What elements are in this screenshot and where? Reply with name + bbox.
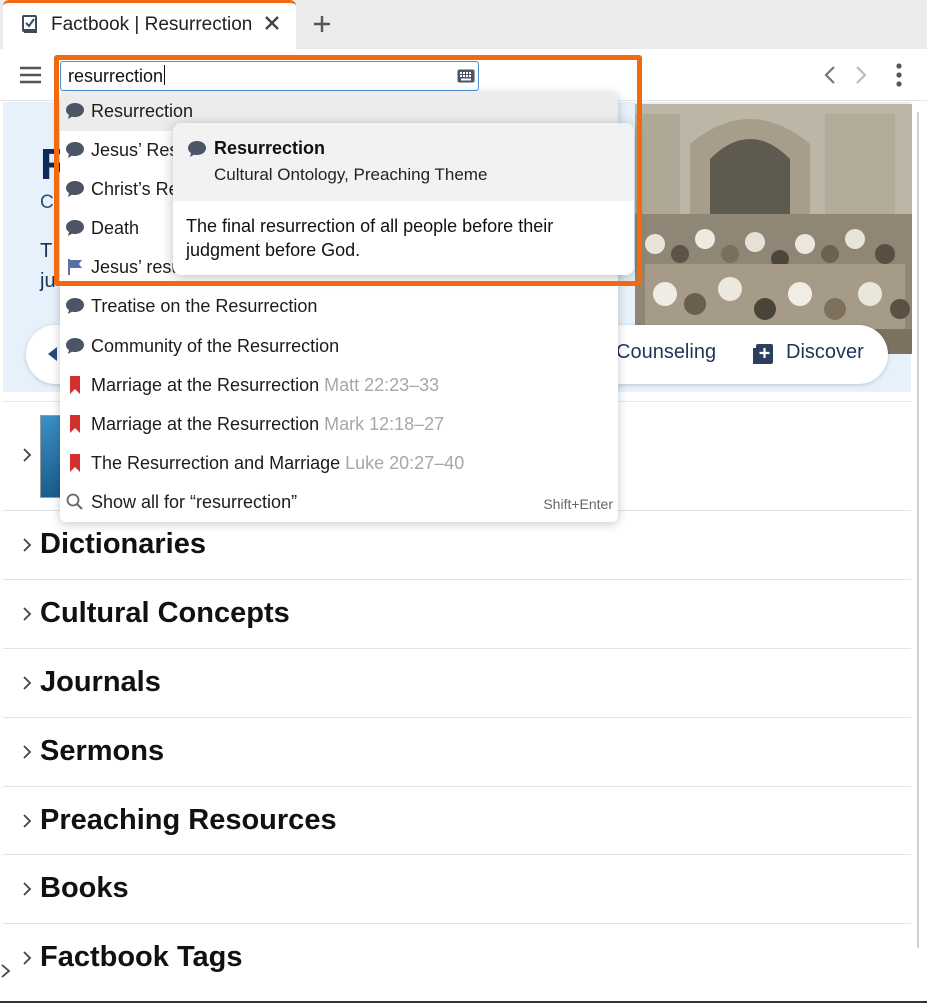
speech-bubble-icon bbox=[66, 103, 84, 119]
chevron-right-icon bbox=[23, 676, 32, 690]
close-icon[interactable] bbox=[261, 12, 283, 34]
chevron-right-icon bbox=[23, 951, 32, 965]
suggestion-label: Death bbox=[91, 218, 140, 238]
chevron-right-icon bbox=[23, 607, 32, 621]
expand-panel-icon[interactable] bbox=[0, 960, 14, 982]
suggestion-item[interactable]: Treatise on the Resurrection bbox=[60, 287, 618, 326]
counseling-button[interactable]: Counseling bbox=[616, 341, 716, 364]
discover-button[interactable]: Discover bbox=[786, 341, 864, 364]
speech-bubble-icon bbox=[66, 298, 84, 314]
section-title: Journals bbox=[40, 666, 161, 698]
section-preaching-resources[interactable]: Preaching Resources bbox=[3, 786, 911, 855]
search-input-value: resurrection bbox=[68, 65, 166, 86]
speech-bubble-icon bbox=[188, 141, 206, 157]
page-subtitle: C bbox=[40, 192, 54, 213]
suggestion-label: Marriage at the Resurrection Matt 22:23–3… bbox=[91, 375, 440, 395]
window-bottom-border bbox=[0, 1001, 927, 1003]
chevron-right-icon[interactable] bbox=[21, 446, 33, 464]
preview-title: Resurrection bbox=[214, 138, 326, 158]
section-factbook-tags[interactable]: Factbook Tags bbox=[3, 923, 911, 992]
passage-reference: Luke 20:27–40 bbox=[345, 453, 465, 473]
chevron-right-icon bbox=[23, 538, 32, 552]
section-journals[interactable]: Journals bbox=[3, 648, 911, 717]
suggestion-label: Resurrection bbox=[91, 101, 194, 121]
bookmark-icon bbox=[70, 454, 80, 472]
suggestion-label: Treatise on the Resurrection bbox=[91, 296, 318, 316]
tab-factbook[interactable]: Factbook | Resurrection bbox=[3, 0, 296, 49]
discover-icon bbox=[753, 344, 773, 364]
section-title: Preaching Resources bbox=[40, 804, 337, 836]
search-icon bbox=[66, 493, 83, 510]
more-options-icon[interactable] bbox=[893, 63, 905, 87]
new-tab-plus-icon[interactable] bbox=[311, 13, 333, 35]
tab-bar: Factbook | Resurrection bbox=[0, 0, 927, 49]
hero-painting-image bbox=[635, 104, 912, 354]
suggestion-item[interactable]: Marriage at the Resurrection Matt 22:23–3… bbox=[60, 366, 618, 405]
suggestion-label: Community of the Resurrection bbox=[91, 336, 340, 356]
factbook-icon bbox=[22, 15, 37, 33]
tab-title: Factbook | Resurrection bbox=[51, 14, 253, 35]
keyboard-icon[interactable] bbox=[457, 69, 475, 83]
suggestion-label: The Resurrection and Marriage Luke 20:27–… bbox=[91, 453, 465, 473]
vertical-scrollbar[interactable] bbox=[917, 112, 919, 948]
search-input[interactable]: resurrection bbox=[60, 61, 479, 91]
chevron-right-icon bbox=[23, 882, 32, 896]
page-description: T ju bbox=[40, 240, 56, 292]
chevron-right-icon bbox=[23, 814, 32, 828]
section-title: Dictionaries bbox=[40, 528, 206, 560]
section-cultural-concepts[interactable]: Cultural Concepts bbox=[3, 579, 911, 648]
suggestion-label: Jesus’ Res bbox=[91, 140, 179, 160]
section-title: Factbook Tags bbox=[40, 941, 243, 973]
suggestion-label: Marriage at the Resurrection Mark 12:18–2… bbox=[91, 414, 445, 434]
preview-subtitle: Cultural Ontology, Preaching Theme bbox=[214, 165, 488, 184]
suggestion-label: Show all for “resurrection” bbox=[91, 492, 298, 512]
speech-bubble-icon bbox=[66, 220, 84, 236]
preview-header: Resurrection Cultural Ontology, Preachin… bbox=[173, 123, 634, 201]
suggestion-item[interactable]: Marriage at the Resurrection Mark 12:18–2… bbox=[60, 405, 618, 444]
chevron-right-icon[interactable] bbox=[852, 65, 870, 85]
section-title: Sermons bbox=[40, 735, 165, 767]
section-title: Books bbox=[40, 872, 129, 904]
preview-description: The final resurrection of all people bef… bbox=[186, 216, 554, 260]
speech-bubble-icon bbox=[66, 338, 84, 354]
chevron-right-icon bbox=[23, 745, 32, 759]
flag-icon bbox=[68, 259, 82, 275]
hamburger-menu-icon[interactable] bbox=[20, 66, 41, 84]
bookmark-icon bbox=[70, 415, 80, 433]
action-icon[interactable] bbox=[46, 345, 58, 363]
speech-bubble-icon bbox=[66, 181, 84, 197]
keyboard-shortcut-hint: Shift+Enter bbox=[543, 496, 613, 512]
passage-reference: Mark 12:18–27 bbox=[324, 414, 445, 434]
suggestion-item[interactable]: The Resurrection and Marriage Luke 20:27–… bbox=[60, 444, 618, 483]
chevron-left-icon[interactable] bbox=[821, 65, 839, 85]
suggestion-preview-card: Resurrection Cultural Ontology, Preachin… bbox=[173, 123, 634, 275]
section-title: Cultural Concepts bbox=[40, 597, 290, 629]
speech-bubble-icon bbox=[66, 142, 84, 158]
section-books[interactable]: Books bbox=[3, 854, 911, 923]
show-all-results-item[interactable]: Show all for “resurrection” Shift+Enter bbox=[60, 483, 618, 522]
suggestion-item[interactable]: Community of the Resurrection bbox=[60, 327, 618, 366]
bookmark-icon bbox=[70, 376, 80, 394]
suggestion-label: Jesus’ resu bbox=[91, 257, 182, 277]
passage-reference: Matt 22:23–33 bbox=[324, 375, 440, 395]
section-sermons[interactable]: Sermons bbox=[3, 717, 911, 786]
suggestion-label: Christ’s Re bbox=[91, 179, 179, 199]
